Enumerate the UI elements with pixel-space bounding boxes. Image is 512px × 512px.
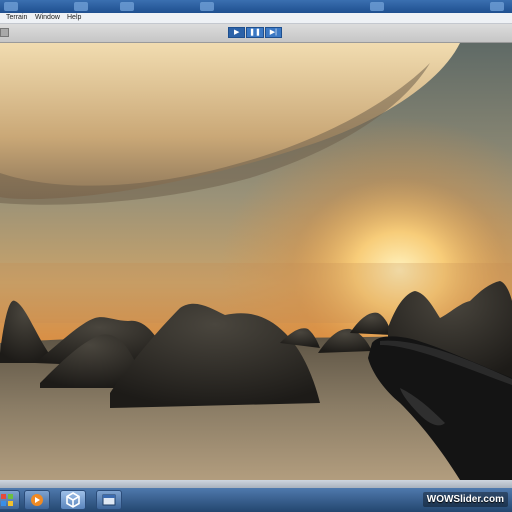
title-segment (370, 2, 384, 11)
taskbar-window[interactable] (96, 490, 122, 510)
menu-item-window[interactable]: Window (35, 13, 60, 23)
windows-start-icon (1, 494, 13, 506)
window-title-bar[interactable] (0, 0, 512, 13)
hand-tool-button[interactable] (0, 28, 9, 37)
start-button[interactable] (0, 490, 20, 510)
step-button[interactable]: ▶| (264, 27, 282, 38)
pause-icon: ❚❚ (249, 29, 261, 36)
play-icon: ▶ (233, 29, 240, 36)
title-segment (200, 2, 214, 11)
app-icon (4, 2, 18, 11)
status-bar (0, 480, 512, 488)
step-icon: ▶| (269, 29, 277, 36)
watermark: WOWSlider.com (422, 492, 508, 507)
screen: Terrain Window Help ▶ ❚❚ ▶| WOWSlider.co… (0, 0, 512, 512)
game-view[interactable] (0, 43, 512, 480)
game-scene (0, 43, 512, 480)
menu-item-terrain[interactable]: Terrain (6, 13, 27, 23)
play-button[interactable]: ▶ (228, 27, 246, 38)
taskbar: WOWSlider.com (0, 488, 512, 512)
play-controls: ▶ ❚❚ ▶| (228, 27, 282, 38)
window-controls[interactable] (490, 2, 504, 11)
unity-icon (66, 492, 80, 508)
menu-item-help[interactable]: Help (67, 13, 81, 23)
taskbar-unity[interactable] (60, 490, 86, 510)
taskbar-media-player[interactable] (24, 490, 50, 510)
pause-button[interactable]: ❚❚ (246, 27, 264, 38)
menu-bar: Terrain Window Help (0, 13, 512, 24)
title-segment (74, 2, 88, 11)
toolbar: ▶ ❚❚ ▶| (0, 24, 512, 43)
media-player-icon (31, 494, 43, 506)
window-icon (102, 494, 116, 506)
title-segment (120, 2, 134, 11)
